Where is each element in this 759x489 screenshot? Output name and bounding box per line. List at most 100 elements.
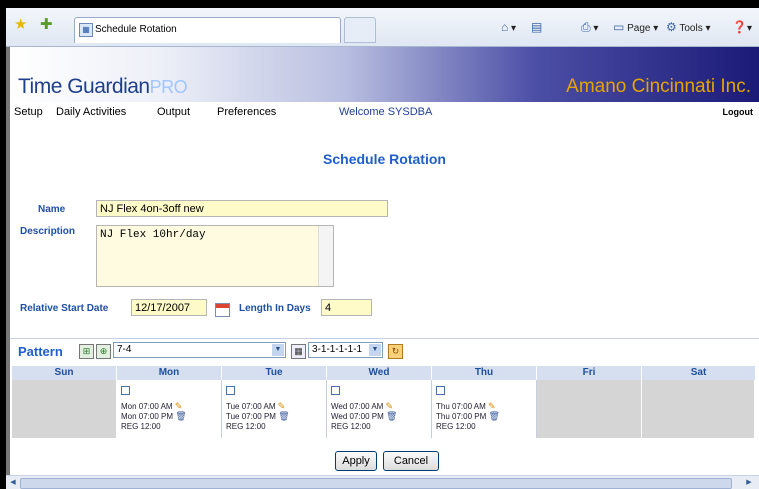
length-label: Length In Days	[239, 303, 311, 314]
pattern-toolbar: Pattern ⊞ ⊕ 7-4 ▼ ▦ 3-1-1-1-1-1 ▼ ↻	[10, 338, 759, 363]
trash-icon[interactable]: 🗑	[278, 411, 289, 421]
shift-start: Wed 07:00 AM	[331, 402, 384, 411]
day-cell-wed: Wed 07:00 AM ✎ Wed 07:00 PM 🗑 REG 12:00	[327, 380, 432, 438]
logout-link[interactable]: Logout	[723, 107, 754, 117]
day-header-fri: Fri	[537, 366, 642, 380]
day-header-sat: Sat	[642, 366, 756, 380]
edit-pattern-icon[interactable]: ⊕	[96, 344, 111, 359]
favorites-star-icon[interactable]: ★	[14, 17, 27, 33]
menu-preferences[interactable]: Preferences	[217, 106, 276, 118]
menu-setup[interactable]: Setup	[14, 106, 43, 118]
pencil-icon[interactable]: ✎	[175, 401, 183, 411]
print-button[interactable]: ⎙ ▾	[581, 20, 598, 35]
menu-output[interactable]: Output	[157, 106, 190, 118]
home-button[interactable]: ⌂ ▾	[501, 20, 516, 34]
day-cell-mon: Mon 07:00 AM ✎ Mon 07:00 PM 🗑 REG 12:00	[117, 380, 222, 438]
home-icon: ⌂	[501, 20, 509, 34]
apply-button[interactable]: Apply	[335, 451, 377, 471]
day-header-mon: Mon	[117, 366, 222, 380]
browser-toolbar: ★ ✚ ▦ Schedule Rotation ⌂ ▾ ▤ ⎙ ▾ ▭ Page…	[6, 8, 759, 47]
shift-reg: REG 12:00	[121, 422, 161, 431]
day-cell-fri	[537, 380, 642, 438]
description-label: Description	[20, 226, 76, 237]
tools-menu-label: Tools	[679, 23, 703, 34]
shift-end: Tue 07:00 PM	[226, 412, 276, 421]
page-favicon-icon: ▦	[79, 23, 93, 37]
name-field[interactable]: NJ Flex 4on-3off new	[96, 200, 388, 217]
scrollbar-thumb[interactable]	[20, 478, 732, 489]
day-checkbox[interactable]	[436, 386, 445, 395]
apply-pattern-icon[interactable]: ↻	[388, 344, 403, 359]
cancel-button[interactable]: Cancel	[383, 451, 439, 471]
shift-end: Wed 07:00 PM	[331, 412, 384, 421]
pencil-icon[interactable]: ✎	[488, 401, 496, 411]
scroll-right-icon[interactable]: ▶	[744, 478, 754, 488]
description-text: NJ Flex 10hr/day	[100, 229, 206, 241]
feeds-button[interactable]: ▤	[531, 20, 542, 34]
app-banner: Time GuardianPRO Amano Cincinnati Inc.	[10, 47, 759, 102]
shift-start: Tue 07:00 AM	[226, 402, 276, 411]
day-cell-sat	[642, 380, 755, 438]
day-checkbox[interactable]	[121, 386, 130, 395]
tab-title: Schedule Rotation	[95, 24, 177, 35]
page-menu[interactable]: ▭ Page ▾	[613, 20, 658, 34]
day-header-wed: Wed	[327, 366, 432, 380]
pencil-icon[interactable]: ✎	[386, 401, 394, 411]
welcome-text: Welcome SYSDBA	[339, 106, 433, 118]
length-field[interactable]: 4	[321, 299, 372, 316]
browser-tab[interactable]: ▦ Schedule Rotation	[74, 17, 341, 43]
page-title: Schedule Rotation	[323, 151, 446, 167]
menu-daily-activities[interactable]: Daily Activities	[56, 106, 126, 118]
start-date-label: Relative Start Date	[20, 303, 109, 314]
page-menu-label: Page	[627, 23, 651, 34]
grid-icon[interactable]: ▦	[291, 344, 306, 359]
calendar-icon[interactable]	[215, 303, 230, 317]
page-icon: ▭	[613, 20, 625, 34]
tools-menu[interactable]: ⚙ Tools ▾	[666, 20, 711, 34]
name-label: Name	[38, 204, 66, 215]
pattern-select-value: 7-4	[117, 344, 132, 355]
shift-reg: REG 12:00	[436, 422, 476, 431]
day-header-tue: Tue	[222, 366, 327, 380]
pattern-select[interactable]: 7-4 ▼	[113, 342, 286, 358]
day-cell-tue: Tue 07:00 AM ✎ Tue 07:00 PM 🗑 REG 12:00	[222, 380, 327, 438]
new-tab-button[interactable]	[344, 17, 376, 43]
print-icon: ⎙	[581, 20, 591, 34]
scroll-left-icon[interactable]: ◀	[8, 478, 18, 488]
pencil-icon[interactable]: ✎	[278, 401, 286, 411]
help-icon: ❓	[732, 20, 747, 34]
day-header-thu: Thu	[432, 366, 537, 380]
shift-reg: REG 12:00	[226, 422, 266, 431]
trash-icon[interactable]: 🗑	[175, 411, 186, 421]
browser-window: ★ ✚ ▦ Schedule Rotation ⌂ ▾ ▤ ⎙ ▾ ▭ Page…	[6, 8, 759, 489]
trash-icon[interactable]: 🗑	[386, 411, 397, 421]
start-date-field[interactable]: 12/17/2007	[131, 299, 207, 316]
app-logo: Time GuardianPRO	[18, 75, 188, 98]
company-name: Amano Cincinnati Inc.	[566, 76, 751, 97]
app-page: Time GuardianPRO Amano Cincinnati Inc. S…	[6, 47, 759, 475]
shift-start: Mon 07:00 AM	[121, 402, 173, 411]
tools-icon: ⚙	[666, 20, 677, 34]
horizontal-scrollbar[interactable]: ◀ ▶	[6, 475, 759, 489]
day-checkbox[interactable]	[331, 386, 340, 395]
chevron-down-icon[interactable]: ▼	[369, 344, 381, 356]
description-textarea[interactable]: NJ Flex 10hr/day	[96, 225, 334, 287]
description-scrollbar[interactable]	[318, 226, 333, 286]
feeds-icon: ▤	[531, 20, 543, 34]
main-menu: Setup Daily Activities Output Preference…	[10, 102, 759, 122]
sequence-select-value: 3-1-1-1-1-1	[312, 344, 363, 355]
shift-start: Thu 07:00 AM	[436, 402, 486, 411]
trash-icon[interactable]: 🗑	[488, 411, 499, 421]
day-header-sun: Sun	[12, 366, 117, 380]
sequence-select[interactable]: 3-1-1-1-1-1 ▼	[308, 342, 383, 358]
help-menu[interactable]: ❓▾	[732, 20, 752, 34]
day-checkbox[interactable]	[226, 386, 235, 395]
shift-reg: REG 12:00	[331, 422, 371, 431]
day-cell-sun	[12, 380, 117, 438]
add-favorites-icon[interactable]: ✚	[40, 17, 53, 33]
shift-end: Mon 07:00 PM	[121, 412, 174, 421]
pattern-title: Pattern	[18, 344, 63, 359]
add-pattern-icon[interactable]: ⊞	[79, 344, 94, 359]
shift-end: Thu 07:00 PM	[436, 412, 487, 421]
chevron-down-icon[interactable]: ▼	[272, 344, 284, 356]
